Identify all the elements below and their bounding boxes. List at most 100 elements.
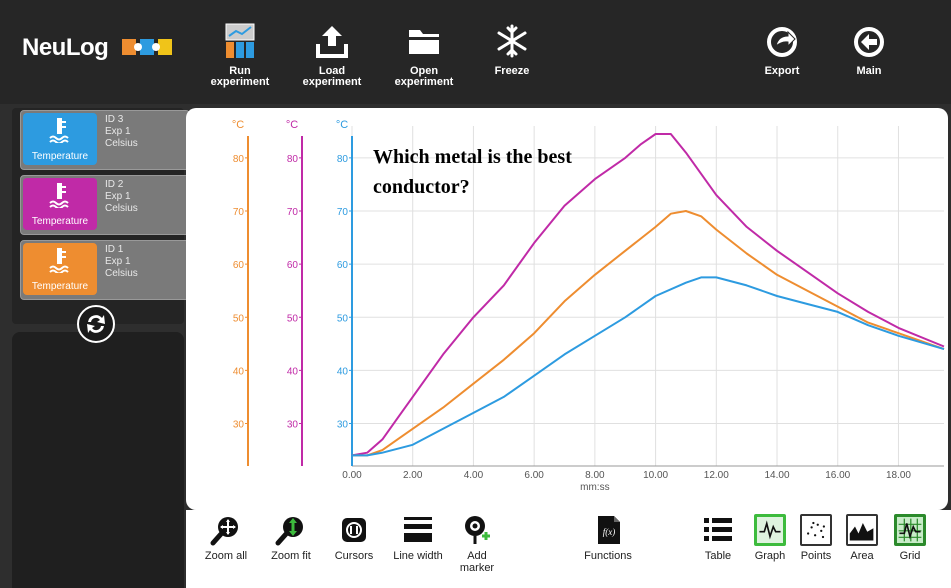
- open-experiment-label: Open experiment: [394, 65, 454, 88]
- x-tick-label: 16.00: [825, 470, 850, 481]
- sensor-module-list: Temperature ID 3 Exp 1 Celsius Temperatu…: [12, 108, 190, 324]
- zoom-all-button[interactable]: Zoom all: [200, 514, 252, 562]
- cursors-button[interactable]: Cursors: [330, 514, 378, 562]
- y-tick-label: 60: [287, 260, 299, 271]
- zoom-fit-button[interactable]: Zoom fit: [266, 514, 316, 562]
- y-tick-label: 60: [337, 260, 349, 271]
- line-width-label: Line width: [393, 550, 443, 562]
- add-marker-button[interactable]: Add marker: [456, 514, 498, 574]
- table-button[interactable]: Table: [698, 514, 738, 562]
- y-tick-label: 60: [233, 260, 245, 271]
- area-view-button[interactable]: Area: [842, 514, 882, 562]
- thermometer-icon: [49, 118, 69, 143]
- x-tick-label: 4.00: [464, 470, 484, 481]
- sensor-info: ID 3 Exp 1 Celsius: [105, 114, 138, 150]
- sensor-id: ID 2: [105, 179, 124, 190]
- y-tick-label: 70: [233, 207, 245, 218]
- y-tick-label: 80: [337, 154, 349, 165]
- main-label: Main: [856, 65, 882, 77]
- y-tick-label: 70: [337, 207, 349, 218]
- sensor-exp: Exp 1: [105, 191, 131, 202]
- line-width-icon: [404, 517, 432, 542]
- freeze-label: Freeze: [494, 65, 530, 77]
- y-tick-label: 70: [287, 207, 299, 218]
- zoom-fit-icon: [275, 517, 303, 546]
- thermometer-icon: [49, 248, 69, 273]
- grid-label: Grid: [899, 550, 921, 562]
- add-marker-label: Add marker: [459, 550, 495, 574]
- functions-label: Functions: [584, 550, 632, 562]
- line-width-button[interactable]: Line width: [386, 514, 450, 562]
- sensor-tile[interactable]: Temperature: [23, 113, 97, 165]
- sensor-info: ID 1 Exp 1 Celsius: [105, 244, 138, 280]
- sensor-tile[interactable]: Temperature: [23, 178, 97, 230]
- functions-icon: f(x): [598, 516, 620, 544]
- x-tick-label: 18.00: [886, 470, 911, 481]
- open-experiment-button[interactable]: Open experiment: [382, 22, 466, 96]
- graph-view-button[interactable]: Graph: [750, 514, 790, 562]
- zoom-fit-label: Zoom fit: [271, 550, 311, 562]
- load-experiment-label: Load experiment: [302, 65, 362, 88]
- sensor-name: Temperature: [31, 151, 89, 162]
- export-label: Export: [764, 65, 800, 77]
- upload-icon: [316, 26, 348, 58]
- sensor-exp: Exp 1: [105, 126, 131, 137]
- sensor-unit: Celsius: [105, 268, 138, 279]
- points-label: Points: [800, 550, 832, 562]
- y-tick-label: 50: [337, 313, 349, 324]
- freeze-button[interactable]: Freeze: [470, 22, 554, 96]
- x-tick-label: 6.00: [524, 470, 544, 481]
- functions-button[interactable]: f(x) Functions: [578, 514, 638, 562]
- x-tick-label: 8.00: [585, 470, 605, 481]
- cursors-icon: [342, 518, 366, 542]
- back-arrow-icon: [854, 27, 884, 57]
- y-tick-label: 30: [337, 420, 349, 431]
- x-tick-label: 12.00: [704, 470, 729, 481]
- export-button[interactable]: Export: [740, 22, 824, 96]
- y-tick-label: 30: [287, 420, 299, 431]
- table-label: Table: [704, 550, 732, 562]
- y-axis-unit: °C: [286, 119, 298, 131]
- logo-mark-icon: [122, 39, 172, 55]
- area-label: Area: [850, 550, 874, 562]
- grid-toggle-button[interactable]: Grid: [890, 514, 930, 562]
- points-view-button[interactable]: Points: [796, 514, 836, 562]
- y-axis-unit: °C: [232, 119, 244, 131]
- sensor-info: ID 2 Exp 1 Celsius: [105, 179, 138, 215]
- thermometer-icon: [49, 183, 69, 208]
- sensor-tile[interactable]: Temperature: [23, 243, 97, 295]
- functions-icon-text: f(x): [603, 527, 616, 537]
- run-experiment-button[interactable]: Run experiment: [198, 22, 282, 96]
- main-button[interactable]: Main: [827, 22, 911, 96]
- sensor-name: Temperature: [31, 216, 89, 227]
- sensor-module[interactable]: Temperature ID 1 Exp 1 Celsius: [20, 240, 190, 300]
- sensor-unit: Celsius: [105, 138, 138, 149]
- y-tick-label: 50: [287, 313, 299, 324]
- zoom-all-label: Zoom all: [204, 550, 248, 562]
- y-tick-label: 30: [233, 420, 245, 431]
- swap-button[interactable]: [77, 305, 115, 343]
- x-tick-label: 10.00: [643, 470, 668, 481]
- table-list-icon: [704, 518, 732, 541]
- temperature-series-line: [352, 210, 945, 457]
- y-tick-label: 80: [233, 154, 245, 165]
- secondary-panel: [12, 332, 184, 588]
- sensor-id: ID 3: [105, 114, 124, 125]
- sensor-id: ID 1: [105, 244, 124, 255]
- sensor-exp: Exp 1: [105, 256, 131, 267]
- y-tick-label: 40: [233, 366, 245, 377]
- folder-icon: [409, 30, 439, 54]
- load-experiment-button[interactable]: Load experiment: [290, 22, 374, 96]
- graph-view-icon: [754, 514, 786, 546]
- logo-text: NeuLog: [22, 34, 109, 61]
- neulog-app: NeuLog Run experiment Load experiment Op…: [0, 0, 951, 588]
- sensor-module[interactable]: Temperature ID 2 Exp 1 Celsius: [20, 175, 190, 235]
- run-experiment-icon: [225, 23, 255, 58]
- export-icon: [767, 27, 797, 57]
- run-experiment-label: Run experiment: [210, 65, 270, 88]
- zoom-all-icon: [210, 517, 238, 546]
- top-toolbar: NeuLog Run experiment Load experiment Op…: [0, 0, 951, 104]
- sensor-module[interactable]: Temperature ID 3 Exp 1 Celsius: [20, 110, 190, 170]
- y-tick-label: 80: [287, 154, 299, 165]
- y-tick-label: 40: [287, 366, 299, 377]
